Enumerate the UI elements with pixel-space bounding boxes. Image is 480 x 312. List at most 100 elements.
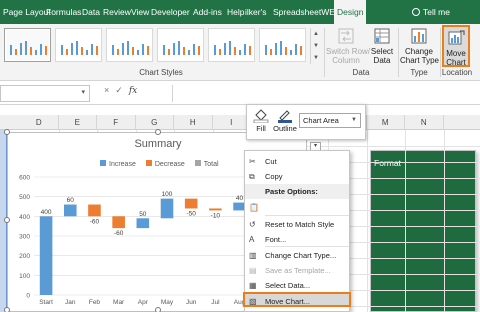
change-chart-type-label-2: Chart Type	[400, 56, 439, 65]
thumbnail-bar	[183, 47, 185, 55]
thumbnail-bar	[142, 44, 144, 55]
menu-item-3-d-rotation[interactable]: ⟳3-D Rotation...	[245, 308, 349, 312]
chart-style-thumbnail[interactable]	[208, 28, 255, 62]
column-header-n[interactable]: N	[405, 115, 444, 130]
tab-spreadsheetweb[interactable]: SpreadsheetWEB	[270, 0, 344, 24]
chart-style-thumbnail[interactable]	[157, 28, 204, 62]
tab-add-ins[interactable]: Add-ins	[190, 0, 225, 24]
bar-jul[interactable]	[209, 208, 222, 211]
column-header-h[interactable]: H	[174, 115, 213, 130]
tab-developer[interactable]: Developer	[148, 0, 193, 24]
move-chart-label-1: Move	[446, 49, 466, 58]
data-group-label: Data	[352, 68, 370, 77]
menu-item-move-chart[interactable]: ▧ Move Chart...	[243, 292, 351, 307]
chart-style-thumbnail[interactable]	[259, 28, 306, 62]
chevron-down-icon[interactable]: ▼	[351, 114, 357, 127]
switch-row-column-label-1: Switch Row/	[326, 47, 371, 56]
select-data-icon	[374, 28, 390, 44]
resize-handle[interactable]	[155, 307, 161, 312]
bar-apr[interactable]	[136, 218, 150, 229]
x-tick-label: May	[161, 299, 174, 306]
change-chart-type-label-1: Change	[404, 47, 434, 56]
outline-button[interactable]: Outline	[273, 108, 297, 133]
column-header-g[interactable]: G	[136, 115, 174, 130]
gallery-up-icon[interactable]: ▲	[311, 28, 321, 40]
x-tick-label: Jan	[65, 299, 76, 306]
menu-item-reset-to-match-style[interactable]: ↺ Reset to Match Style	[245, 217, 349, 232]
bar-jan[interactable]	[63, 204, 77, 217]
name-box-dropdown-icon[interactable]: ▾	[81, 88, 85, 96]
resize-handle[interactable]	[4, 217, 10, 223]
resize-handle[interactable]	[4, 129, 10, 135]
paste-clipboard-icon: 📋	[249, 203, 259, 212]
chart-style-thumbnail[interactable]	[55, 28, 102, 62]
location-group-label: Location	[441, 68, 473, 77]
switch-row-column-label-2: Column	[332, 56, 360, 65]
ribbon: ▲ ▼ ▼ Chart Styles Switch Row/ Column Se…	[0, 24, 480, 81]
menu-item-paste-keep-formatting[interactable]: 📋	[245, 200, 349, 214]
menu-item-label: Font...	[265, 235, 287, 244]
thumbnail-bar	[112, 45, 114, 55]
name-box[interactable]: ▾	[0, 85, 90, 102]
switch-row-column-button[interactable]: Switch Row/ Column	[326, 27, 371, 65]
chart-type-icon: ▥	[249, 251, 257, 260]
bar-start[interactable]	[39, 216, 53, 295]
tab-design[interactable]: Design	[334, 0, 367, 24]
select-data-button[interactable]: Select Data	[368, 27, 396, 65]
menu-separator	[265, 215, 349, 216]
select-data-label-1: Select	[370, 47, 394, 56]
thumbnail-bar	[71, 43, 73, 55]
move-chart-label-2: Chart	[446, 58, 466, 67]
enter-icon[interactable]: ✓	[115, 85, 129, 95]
tell-me-label: Tell me	[423, 7, 450, 17]
fill-button[interactable]: Fill	[251, 108, 271, 133]
tab-ilker-s[interactable]: ilker's	[242, 0, 269, 24]
ribbon-tab-bar: Page Layout Formulas Data Review View Develop…	[0, 0, 480, 312]
menu-item-change-chart-type[interactable]: ▥ Change Chart Type...	[245, 248, 349, 263]
chart-element-selector[interactable]: Chart Area ▼	[299, 113, 361, 128]
cancel-icon[interactable]: ×	[104, 85, 115, 95]
column-header-f[interactable]: F	[97, 115, 136, 130]
menu-item-select-data[interactable]: ▦ Select Data...	[245, 278, 349, 293]
outline-label: Outline	[273, 124, 297, 133]
x-tick-label: Jun	[186, 299, 197, 306]
gallery-scroll[interactable]: ▲ ▼ ▼	[310, 28, 321, 64]
menu-item-font[interactable]: A Font...	[245, 232, 349, 247]
chart-style-thumbnail[interactable]	[106, 28, 153, 62]
thumbnail-bar	[76, 41, 78, 55]
pen-icon	[278, 110, 292, 123]
x-tick-label: Apr	[138, 299, 149, 306]
menu-item-copy[interactable]: ⧉ Copy	[245, 169, 349, 184]
thumbnail-bar	[122, 43, 124, 55]
menu-item-cut[interactable]: ✂ Cut	[245, 154, 349, 169]
move-chart-button[interactable]: Move Chart	[442, 25, 470, 67]
lightbulb-icon	[412, 8, 420, 16]
resize-handle[interactable]	[4, 307, 10, 312]
thumbnail-bar	[300, 46, 302, 55]
thumbnail-bar	[244, 44, 246, 55]
x-tick-label: Jul	[211, 299, 220, 306]
menu-item-label: Cut	[265, 157, 277, 166]
menu-item-save-as-template[interactable]: ▤ Save as Template...	[245, 263, 349, 278]
change-chart-type-button[interactable]: Change Chart Type	[400, 27, 439, 65]
thumbnail-bar	[224, 43, 226, 55]
column-header-d[interactable]: D	[20, 115, 59, 130]
y-tick-label: 400	[19, 214, 30, 221]
chart-style-thumbnail[interactable]	[4, 28, 51, 62]
formula-input[interactable]	[172, 85, 480, 102]
gallery-down-icon[interactable]: ▼	[311, 40, 321, 52]
bar-mar[interactable]	[112, 216, 125, 229]
insert-function-icon[interactable]: fx	[129, 86, 137, 96]
resize-handle[interactable]	[155, 129, 161, 135]
menu-item-label: Reset to Match Style	[265, 220, 335, 229]
thumbnail-bar	[20, 43, 22, 55]
gallery-more-icon[interactable]: ▼	[311, 52, 321, 64]
column-header-m[interactable]: M	[367, 115, 405, 130]
thumbnail-bar	[198, 46, 200, 55]
thumbnail-bar	[96, 46, 98, 55]
tell-me-search[interactable]: Tell me	[412, 0, 450, 24]
column-header-e[interactable]: E	[59, 115, 97, 130]
bar-feb[interactable]	[88, 204, 101, 217]
bar-jun[interactable]	[184, 198, 198, 209]
bar-may[interactable]	[160, 198, 174, 219]
